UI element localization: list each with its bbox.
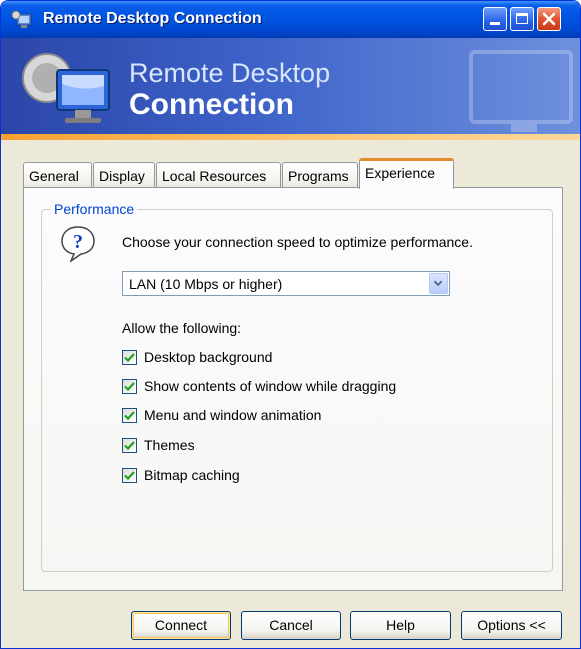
show-window-contents-label: Show contents of window while dragging: [144, 378, 397, 394]
svg-text:?: ?: [73, 231, 83, 253]
menu-window-animation-label: Menu and window animation: [144, 407, 322, 423]
option-themes[interactable]: Themes: [122, 436, 522, 456]
show-window-contents-checkbox[interactable]: [122, 379, 137, 394]
connect-button[interactable]: Connect: [131, 611, 231, 640]
allow-following-label: Allow the following:: [122, 320, 242, 336]
tab-programs[interactable]: Programs: [282, 162, 358, 188]
speed-dropdown-button[interactable]: [429, 273, 448, 294]
title-bar[interactable]: Remote Desktop Connection: [1, 1, 580, 38]
themes-checkbox[interactable]: [122, 438, 137, 453]
tab-local-resources[interactable]: Local Resources: [156, 162, 281, 188]
question-help-icon: ?: [61, 226, 95, 262]
connection-speed-select[interactable]: LAN (10 Mbps or higher): [122, 271, 450, 296]
header-banner: Remote Desktop Connection: [1, 38, 580, 140]
checkmark-icon: [124, 441, 135, 451]
themes-label: Themes: [144, 437, 195, 453]
tab-experience[interactable]: Experience: [359, 158, 454, 189]
tab-display[interactable]: Display: [93, 162, 155, 188]
minimize-icon: [490, 22, 500, 25]
option-menu-window-animation[interactable]: Menu and window animation: [122, 406, 522, 426]
tab-strip: General Display Local Resources Programs…: [23, 158, 563, 189]
cancel-button[interactable]: Cancel: [241, 611, 341, 640]
performance-groupbox: Performance ? Choose your connection spe…: [41, 201, 553, 572]
connection-speed-value: LAN (10 Mbps or higher): [129, 276, 283, 292]
experience-tab-panel: Performance ? Choose your connection spe…: [23, 187, 563, 591]
tab-label: Experience: [365, 165, 436, 181]
checkmark-icon: [124, 411, 135, 421]
desktop-background-label: Desktop background: [144, 349, 273, 365]
banner-title-line2: Connection: [129, 88, 294, 121]
window-title: Remote Desktop Connection: [43, 10, 262, 27]
tab-label: General: [29, 168, 79, 184]
menu-window-animation-checkbox[interactable]: [122, 408, 137, 423]
speed-prompt-text: Choose your connection speed to optimize…: [122, 234, 473, 250]
performance-group-label: Performance: [51, 201, 138, 217]
option-show-window-contents[interactable]: Show contents of window while dragging: [122, 377, 522, 397]
option-desktop-background[interactable]: Desktop background: [122, 348, 522, 368]
remote-desktop-app-icon: [11, 10, 32, 28]
checkmark-icon: [124, 353, 135, 363]
chevron-down-icon: [433, 280, 443, 287]
banner-accent-stripe: [1, 134, 580, 140]
maximize-icon: [516, 13, 528, 24]
checkmark-icon: [124, 471, 135, 481]
close-button[interactable]: [537, 7, 561, 31]
rdc-window: Remote Desktop Connection Remote Desktop…: [0, 0, 581, 649]
tab-label: Display: [99, 168, 145, 184]
tab-general[interactable]: General: [23, 162, 92, 188]
banner-title-line1: Remote Desktop: [129, 58, 331, 88]
bitmap-caching-checkbox[interactable]: [122, 468, 137, 483]
banner-watermark-graphic: [469, 50, 573, 132]
options-toggle-button[interactable]: Options <<: [461, 611, 562, 640]
help-button[interactable]: Help: [350, 611, 451, 640]
tab-label: Local Resources: [162, 168, 267, 184]
desktop-background-checkbox[interactable]: [122, 350, 137, 365]
checkmark-icon: [124, 382, 135, 392]
maximize-button[interactable]: [510, 7, 534, 31]
close-icon: [542, 12, 556, 26]
minimize-button[interactable]: [483, 7, 507, 31]
option-bitmap-caching[interactable]: Bitmap caching: [122, 466, 522, 486]
tab-label: Programs: [288, 168, 349, 184]
remote-desktop-logo-icon: [22, 53, 110, 123]
bitmap-caching-label: Bitmap caching: [144, 467, 240, 483]
